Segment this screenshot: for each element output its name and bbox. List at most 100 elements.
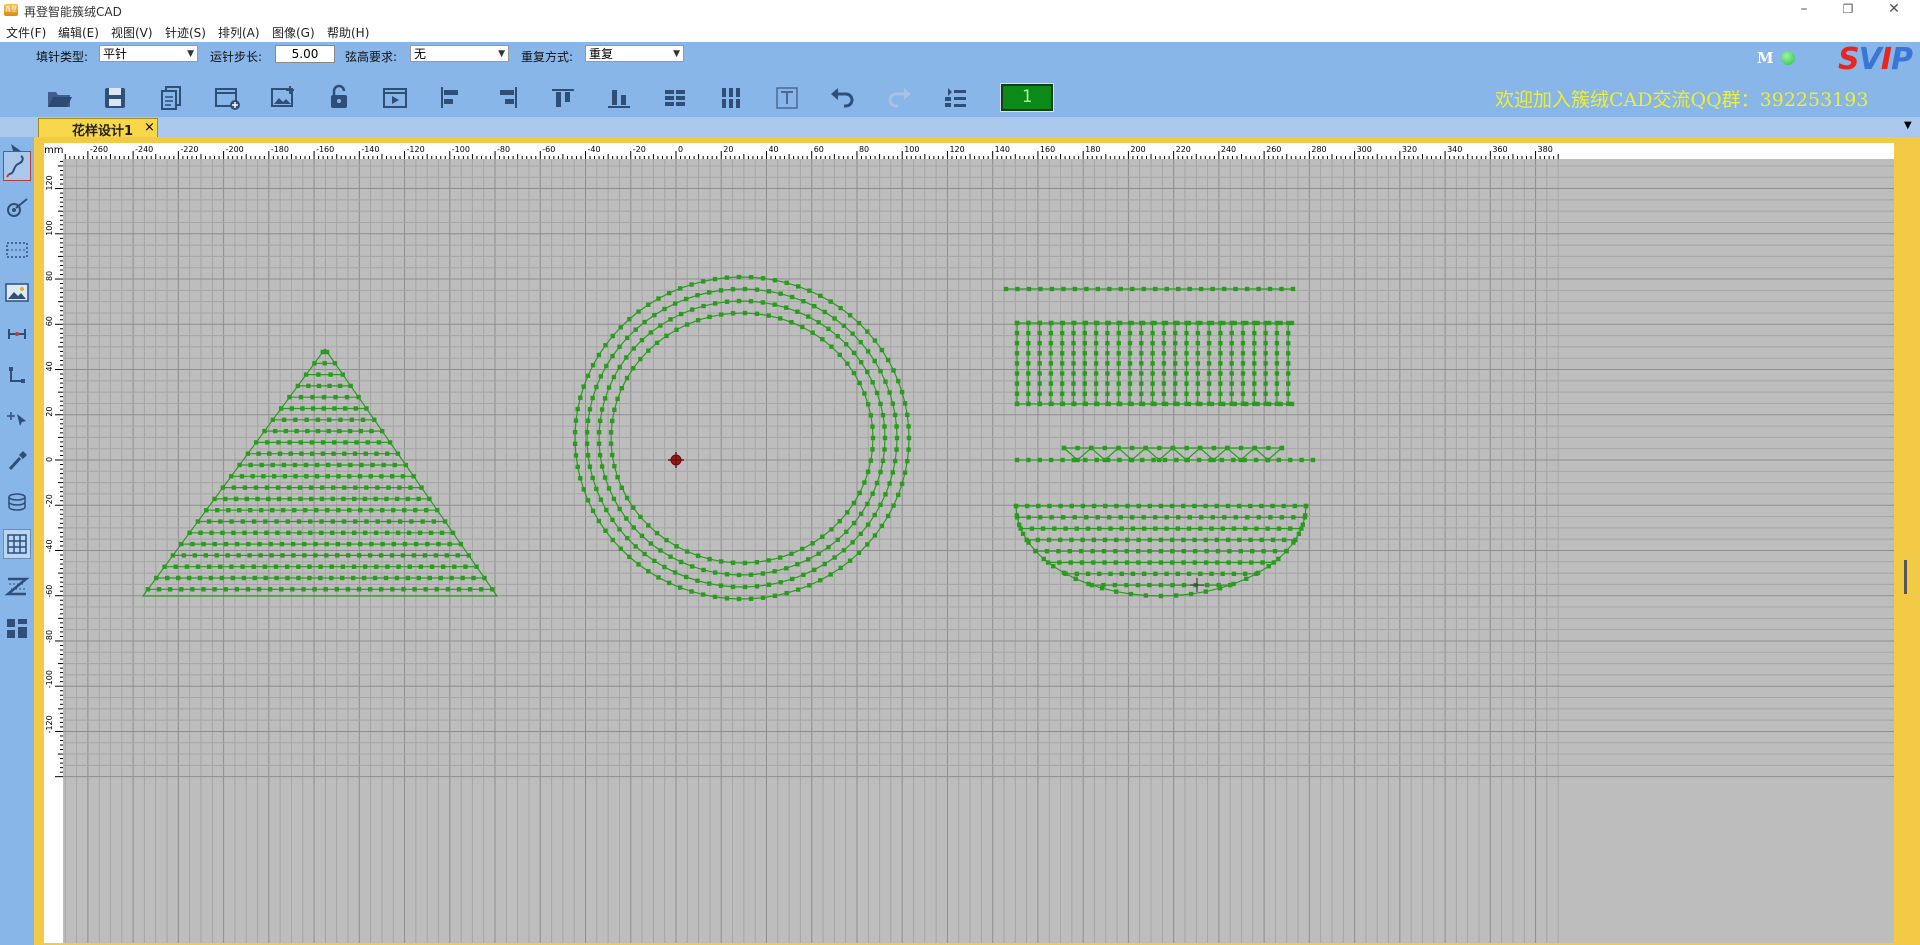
- stitch-point: [1116, 391, 1121, 396]
- stitch-point: [1071, 351, 1076, 356]
- stitch-point: [865, 402, 871, 407]
- stitch-point: [707, 314, 712, 320]
- stitch-point: [1173, 593, 1179, 598]
- tab-list-dropdown[interactable]: ▼: [1904, 120, 1912, 131]
- video-play-icon[interactable]: [378, 82, 412, 112]
- menu-stitch[interactable]: 针迹(S): [165, 24, 206, 41]
- stitch-point: [387, 440, 393, 445]
- stitch-point: [906, 447, 911, 452]
- copy-document-icon[interactable]: [154, 82, 188, 112]
- chord-height-select[interactable]: 无 ▼: [410, 45, 509, 62]
- stitch-point: [1181, 537, 1186, 543]
- distribute-vertical-icon[interactable]: [714, 82, 748, 112]
- stitch-point: [664, 333, 669, 339]
- new-layer-icon[interactable]: [210, 82, 244, 112]
- list-settings-icon[interactable]: [938, 82, 972, 112]
- unlock-icon[interactable]: [322, 82, 356, 112]
- stitch-point: [1210, 286, 1215, 292]
- restore-button[interactable]: ❐: [1826, 0, 1870, 21]
- marquee-select-icon[interactable]: [3, 235, 31, 265]
- menu-help[interactable]: 帮助(H): [327, 24, 369, 41]
- menu-image[interactable]: 图像(G): [272, 24, 315, 41]
- stitch-point: [1186, 526, 1192, 531]
- stitch-point: [156, 587, 162, 592]
- stitch-point: [1162, 457, 1168, 463]
- undo-icon[interactable]: [826, 82, 860, 112]
- menu-arrange[interactable]: 排列(A): [218, 24, 260, 41]
- z-fill-icon[interactable]: [3, 571, 31, 601]
- fill-type-select[interactable]: 平针 ▼: [99, 45, 198, 62]
- stitch-point: [1164, 515, 1169, 520]
- ruler-label: 280: [1311, 145, 1326, 154]
- stitch-point: [1236, 503, 1242, 509]
- minimize-button[interactable]: –: [1782, 0, 1826, 21]
- open-file-icon[interactable]: [42, 82, 76, 112]
- stitch-point: [712, 276, 718, 282]
- stitch-point: [363, 451, 368, 456]
- tab-close-button[interactable]: ×: [144, 120, 155, 135]
- stitch-point: [220, 485, 226, 490]
- stitch-point: [1130, 571, 1136, 576]
- stitch-point: [612, 464, 617, 469]
- stitch-point: [186, 575, 192, 581]
- stitch-point: [1259, 503, 1264, 509]
- stitch-point: [1130, 286, 1135, 292]
- ruler-label: 40: [45, 361, 54, 371]
- stitch-point: [1105, 391, 1110, 396]
- stitch-point: [1130, 515, 1135, 520]
- stitch-point: [1106, 401, 1111, 407]
- stitch-point: [285, 575, 290, 581]
- stitch-point: [384, 451, 390, 456]
- measure-icon[interactable]: [3, 319, 31, 349]
- distribute-horizontal-icon[interactable]: [658, 82, 692, 112]
- pointer-plus-icon[interactable]: [3, 403, 31, 433]
- stitch-point: [789, 320, 794, 325]
- stitch-point: [261, 474, 266, 479]
- freehand-curve-icon[interactable]: [3, 151, 31, 181]
- stitch-point: [890, 470, 896, 475]
- stitch-point: [666, 580, 672, 586]
- stitch-point: [838, 305, 843, 311]
- stitch-point: [203, 553, 208, 558]
- stitch-point: [1248, 503, 1253, 509]
- align-left-icon[interactable]: [434, 82, 468, 112]
- grid-icon[interactable]: [3, 529, 31, 559]
- repeat-mode-select[interactable]: 重复 ▼: [585, 45, 684, 62]
- menu-file[interactable]: 文件(F): [6, 24, 46, 41]
- line-segment-icon[interactable]: [3, 361, 31, 391]
- menu-view[interactable]: 视图(V): [111, 24, 153, 41]
- align-bottom-icon[interactable]: [602, 82, 636, 112]
- align-right-icon[interactable]: [490, 82, 524, 112]
- layout-blocks-icon[interactable]: [3, 613, 31, 643]
- stitch-point: [878, 502, 883, 508]
- text-tool-icon[interactable]: [770, 82, 804, 112]
- vertical-scroll-thumb[interactable]: [1904, 560, 1907, 594]
- stitch-point: [730, 584, 736, 589]
- eyedropper-icon[interactable]: [3, 445, 31, 475]
- stitch-point: [742, 286, 748, 292]
- stitch-point: [466, 553, 471, 558]
- save-icon[interactable]: [98, 82, 132, 112]
- redo-icon[interactable]: [882, 82, 916, 112]
- stitch-point: [167, 587, 173, 592]
- tab-pattern-design-1[interactable]: 花样设计1 ×: [38, 118, 158, 139]
- cylinder-icon[interactable]: [3, 487, 31, 517]
- stitch-point: [899, 389, 905, 395]
- close-button[interactable]: ✕: [1872, 0, 1916, 21]
- stitch-point: [467, 587, 473, 592]
- design-canvas[interactable]: -260 -240 -220 -200 -180 -160 -140 -120 -100 -80-…: [44, 143, 1894, 943]
- stitch-point: [902, 401, 908, 406]
- insert-image-icon[interactable]: [266, 82, 300, 112]
- image-icon[interactable]: [3, 277, 31, 307]
- node-edit-icon[interactable]: [3, 193, 31, 223]
- stitch-point: [1014, 371, 1020, 376]
- stitch-point: [303, 372, 309, 377]
- stitch-point: [1084, 286, 1089, 292]
- stitch-point: [829, 344, 834, 349]
- step-length-input[interactable]: 5.00: [275, 45, 335, 63]
- align-top-icon[interactable]: [546, 82, 580, 112]
- svip-letter: S: [1838, 42, 1860, 77]
- stitch-point: [1211, 445, 1217, 451]
- stitch-point: [1101, 549, 1107, 554]
- menu-edit[interactable]: 编辑(E): [58, 24, 99, 41]
